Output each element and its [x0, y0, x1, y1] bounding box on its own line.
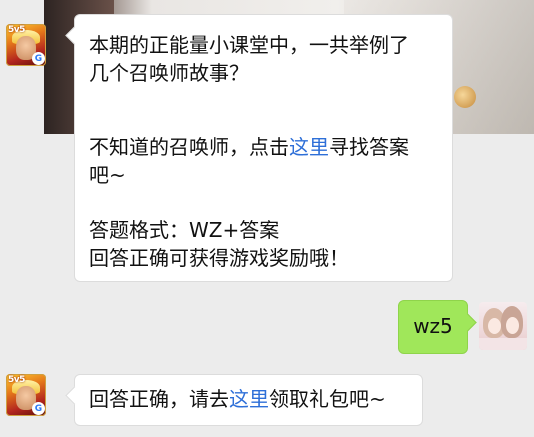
game-logo: 5v5 [8, 375, 25, 385]
hint-line-2: 吧~ [89, 163, 126, 187]
message-bubble-user[interactable]: wz5 [398, 300, 468, 354]
user-avatar[interactable] [479, 302, 527, 350]
reply-line: 回答正确，请去这里领取礼包吧~ [89, 387, 386, 411]
message-bubble-question[interactable]: 本期的正能量小课堂中，一共举例了 几个召唤师故事？ 不知道的召唤师，点击这里寻找… [74, 14, 453, 282]
question-line-2: 几个召唤师故事？ [89, 61, 249, 85]
tencent-g-icon: G [32, 402, 45, 415]
tencent-g-icon: G [32, 52, 45, 65]
hint-line-1: 不知道的召唤师，点击这里寻找答案 [89, 135, 409, 159]
reward-text: 回答正确可获得游戏奖励哦！ [89, 246, 349, 270]
find-answer-link[interactable]: 这里 [289, 135, 329, 159]
game-avatar[interactable]: 5v5 G [6, 24, 46, 66]
game-avatar[interactable]: 5v5 G [6, 374, 46, 416]
question-line-1: 本期的正能量小课堂中，一共举例了 [89, 33, 409, 57]
answer-format-text: 答题格式：WZ+答案 [89, 218, 280, 242]
game-logo: 5v5 [8, 25, 25, 35]
message-bubble-reply[interactable]: 回答正确，请去这里领取礼包吧~ [74, 374, 423, 426]
user-answer-text: wz5 [413, 314, 453, 338]
claim-gift-link[interactable]: 这里 [229, 387, 269, 411]
